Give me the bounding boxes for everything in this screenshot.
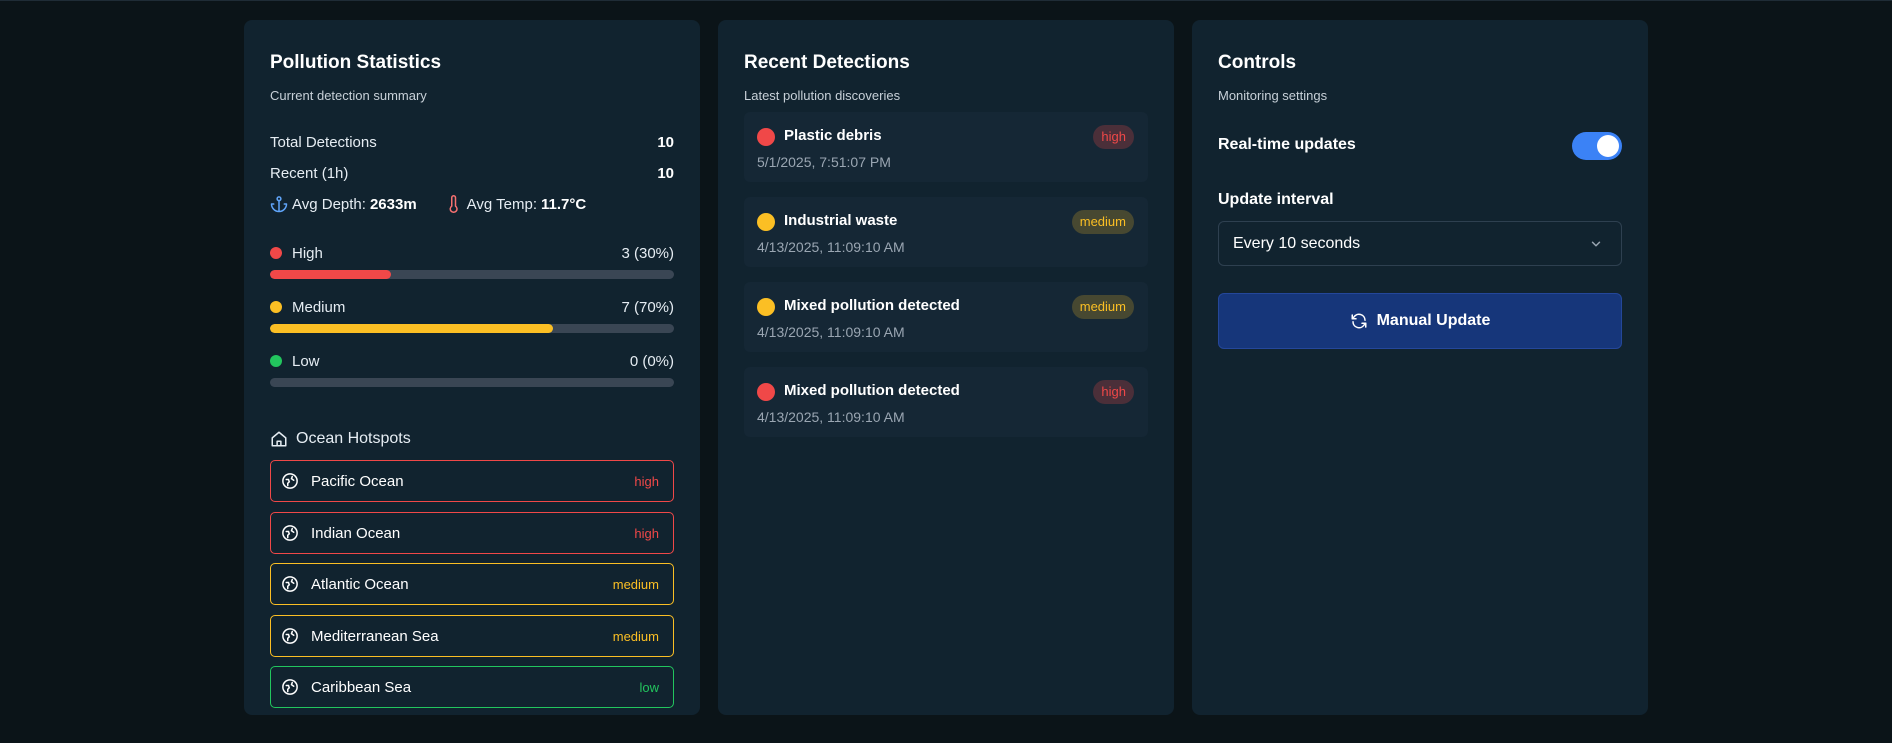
detection-item[interactable]: Mixed pollution detected 4/13/2025, 11:0… (744, 282, 1148, 352)
avg-temp-label: Avg Temp: (466, 195, 537, 213)
severity-badge: medium (1071, 210, 1134, 234)
toggle-knob (1597, 135, 1619, 157)
hotspot-severity: high (634, 473, 659, 489)
detection-name: Industrial waste (784, 212, 898, 229)
panel-subtitle: Monitoring settings (1218, 88, 1328, 103)
pollution-statistics-panel: Pollution Statistics Current detection s… (244, 20, 700, 715)
hotspot-severity: medium (612, 576, 659, 592)
severity-dot-icon (757, 383, 775, 401)
hotspot-severity: high (634, 525, 659, 541)
detection-item[interactable]: Mixed pollution detected 4/13/2025, 11:0… (744, 367, 1148, 437)
hotspot-item-mediterranean-sea[interactable]: Mediterranean Sea medium (270, 615, 674, 657)
update-interval-value: Every 10 seconds (1233, 234, 1361, 252)
hotspot-item-pacific-ocean[interactable]: Pacific Ocean high (270, 460, 674, 502)
panel-title: Controls (1218, 52, 1297, 73)
severity-label: Medium (292, 298, 346, 316)
severity-badge: medium (1071, 295, 1134, 319)
globe-icon (281, 575, 299, 593)
severity-bar-fill (270, 324, 553, 333)
ocean-hotspots-title: Ocean Hotspots (296, 430, 411, 447)
hotspot-name: Pacific Ocean (311, 472, 404, 490)
avg-depth-value: 2633m (369, 195, 417, 213)
hotspot-name: Caribbean Sea (311, 678, 412, 696)
globe-icon (281, 472, 299, 490)
globe-icon (281, 678, 299, 696)
globe-icon (281, 524, 299, 542)
severity-bar-medium (270, 324, 674, 333)
high-dot-icon (270, 247, 282, 259)
detection-time: 4/13/2025, 11:09:10 AM (757, 239, 905, 255)
update-interval-select[interactable]: Every 10 seconds (1218, 221, 1622, 266)
severity-label: High (292, 244, 323, 262)
hotspot-item-atlantic-ocean[interactable]: Atlantic Ocean medium (270, 563, 674, 605)
hotspot-severity: medium (612, 628, 659, 644)
severity-label: Low (292, 352, 320, 370)
panel-subtitle: Latest pollution discoveries (744, 88, 901, 103)
severity-bar-high (270, 270, 674, 279)
panel-subtitle: Current detection summary (270, 88, 427, 103)
averages-row: Avg Depth: 2633m Avg Temp: 11.7°C (270, 195, 586, 213)
severity-bar-fill (270, 270, 392, 279)
recent-detections-value: 10 (657, 164, 674, 182)
detection-item[interactable]: Plastic debris 5/1/2025, 7:51:07 PM high (744, 112, 1148, 182)
refresh-icon (1350, 312, 1368, 330)
top-divider (0, 0, 1892, 1)
total-detections-row: Total Detections 10 (270, 132, 674, 152)
severity-badge: high (1093, 125, 1134, 149)
medium-dot-icon (270, 301, 282, 313)
severity-row-high: High 3 (30%) (270, 243, 674, 263)
detection-name: Mixed pollution detected (784, 297, 960, 314)
globe-icon (281, 627, 299, 645)
home-icon (270, 430, 288, 448)
panel-title: Recent Detections (744, 52, 910, 73)
anchor-icon (270, 195, 288, 213)
thermometer-icon (445, 195, 463, 213)
total-detections-label: Total Detections (270, 133, 377, 151)
severity-count: 3 (30%) (621, 244, 674, 262)
realtime-updates-toggle[interactable] (1572, 132, 1622, 160)
controls-panel: Controls Monitoring settings Real-time u… (1192, 20, 1648, 715)
severity-dot-icon (757, 213, 775, 231)
detection-item[interactable]: Industrial waste 4/13/2025, 11:09:10 AM … (744, 197, 1148, 267)
recent-detections-panel: Recent Detections Latest pollution disco… (718, 20, 1174, 715)
severity-row-low: Low 0 (0%) (270, 351, 674, 371)
manual-update-button[interactable]: Manual Update (1218, 293, 1622, 349)
chevron-down-icon (1589, 237, 1603, 251)
detection-name: Plastic debris (784, 127, 882, 144)
update-interval-label: Update interval (1218, 191, 1334, 208)
detection-name: Mixed pollution detected (784, 382, 960, 399)
total-detections-value: 10 (657, 133, 674, 151)
severity-row-medium: Medium 7 (70%) (270, 297, 674, 317)
ocean-hotspots-heading: Ocean Hotspots (270, 430, 411, 448)
severity-bar-low (270, 378, 674, 387)
avg-temp-value: 11.7°C (541, 195, 587, 213)
severity-dot-icon (757, 298, 775, 316)
severity-count: 7 (70%) (621, 298, 674, 316)
detection-time: 4/13/2025, 11:09:10 AM (757, 324, 905, 340)
hotspot-item-caribbean-sea[interactable]: Caribbean Sea low (270, 666, 674, 708)
hotspot-item-indian-ocean[interactable]: Indian Ocean high (270, 512, 674, 554)
realtime-updates-label: Real-time updates (1218, 136, 1356, 153)
detection-time: 5/1/2025, 7:51:07 PM (757, 154, 891, 170)
low-dot-icon (270, 355, 282, 367)
avg-depth-label: Avg Depth: (292, 195, 366, 213)
recent-detections-label: Recent (1h) (270, 164, 349, 182)
severity-badge: high (1093, 380, 1134, 404)
severity-dot-icon (757, 128, 775, 146)
detection-time: 4/13/2025, 11:09:10 AM (757, 409, 905, 425)
panel-title: Pollution Statistics (270, 52, 442, 73)
manual-update-label: Manual Update (1376, 312, 1491, 329)
severity-count: 0 (0%) (629, 352, 674, 370)
hotspot-name: Mediterranean Sea (311, 627, 439, 645)
hotspot-severity: low (639, 679, 659, 695)
hotspot-name: Indian Ocean (311, 524, 401, 542)
hotspot-name: Atlantic Ocean (311, 575, 409, 593)
recent-detections-row: Recent (1h) 10 (270, 163, 674, 183)
